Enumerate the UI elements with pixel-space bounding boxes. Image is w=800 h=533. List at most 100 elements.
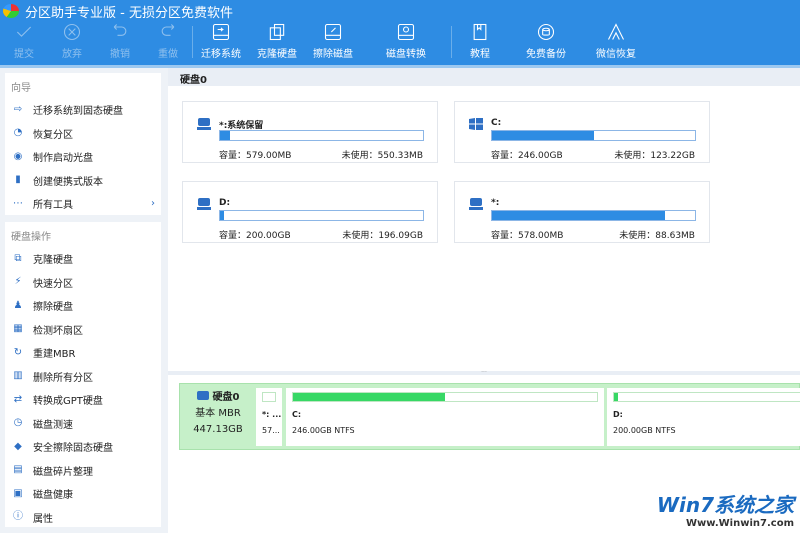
sidebar-item[interactable]: ◔ 恢复分区 <box>5 122 161 146</box>
partition-card[interactable]: *:系统保留 容量：579.00MB 未使用：550.33MB <box>182 101 438 163</box>
recover-icon <box>608 23 624 40</box>
drive-icon <box>197 198 211 210</box>
disk-map-partition[interactable]: C: 246.00GB NTFS <box>286 388 604 446</box>
partition-card[interactable]: C: 容量：246.00GB 未使用：123.22GB <box>454 101 710 163</box>
free-space: 未使用：196.09GB <box>342 231 423 241</box>
sidebar-item[interactable]: ♟ 擦除硬盘 <box>5 294 161 318</box>
sidebar-item[interactable]: ◆ 安全擦除固态硬盘 <box>5 435 161 459</box>
toolbar-label: 免费备份 <box>526 49 566 60</box>
toolbar-label: 磁盘转换 <box>386 49 426 60</box>
toolbar: 提交 放弃 撤销 重做 迁移系统 克隆硬盘 擦除磁盘 磁盘转换 教程 免费备份 微信恢复 <box>0 22 800 65</box>
sidebar-item-label: 制作启动光盘 <box>33 153 93 165</box>
free-space: 未使用：88.63MB <box>619 231 695 241</box>
sidebar-item-icon: ⇄ <box>13 393 23 405</box>
partition-card[interactable]: D: 容量：200.00GB 未使用：196.09GB <box>182 181 438 243</box>
partition-label: D: <box>613 410 623 419</box>
partition-name: C: <box>491 118 502 128</box>
disk-ops-heading: 硬盘操作 <box>11 232 51 243</box>
book-icon <box>473 23 487 41</box>
toolbar-button-9[interactable]: 免费备份 <box>508 22 584 65</box>
toolbar-label: 教程 <box>470 49 490 60</box>
sidebar-item[interactable]: ▥ 删除所有分区 <box>5 365 161 389</box>
sidebar-item-label: 擦除硬盘 <box>33 302 73 314</box>
windows-icon <box>469 118 483 130</box>
partition-size: 57... <box>262 426 280 435</box>
toolbar-button-1[interactable]: 放弃 <box>48 22 96 65</box>
toolbar-button-4[interactable]: 迁移系统 <box>193 22 249 65</box>
sidebar-item[interactable]: ⧉ 克隆硬盘 <box>5 247 161 271</box>
sidebar-item-icon: ⋯ <box>13 197 23 209</box>
toolbar-button-3[interactable]: 重做 <box>144 22 192 65</box>
toolbar-button-7[interactable]: 磁盘转换 <box>361 22 451 65</box>
sidebar-item-label: 重建MBR <box>33 349 76 361</box>
sidebar-item-label: 磁盘测速 <box>33 419 73 431</box>
cancel-circle-icon <box>63 23 81 41</box>
toolbar-label: 擦除磁盘 <box>313 49 353 60</box>
toolbar-button-6[interactable]: 擦除磁盘 <box>305 22 361 65</box>
check-icon <box>16 26 32 37</box>
sidebar-item-label: 创建便携式版本 <box>33 176 103 188</box>
migrate-disk-icon <box>212 23 230 41</box>
disk-icon <box>196 391 209 400</box>
sidebar-item-icon: ◷ <box>13 417 23 429</box>
toolbar-button-10[interactable]: 微信恢复 <box>584 22 648 65</box>
wipe-disk-icon <box>324 23 342 41</box>
wizard-heading: 向导 <box>11 83 31 94</box>
sidebar-item-label: 删除所有分区 <box>33 372 93 384</box>
backup-icon <box>537 23 555 41</box>
sidebar-item[interactable]: ↻ 重建MBR <box>5 341 161 365</box>
sidebar-item-icon: ▦ <box>13 323 23 335</box>
sidebar-item-icon: ♟ <box>13 299 23 311</box>
sidebar-item-label: 安全擦除固态硬盘 <box>33 443 113 455</box>
usage-bar <box>219 210 424 221</box>
redo-icon <box>161 24 175 36</box>
toolbar-label: 重做 <box>158 49 178 60</box>
toolbar-button-0[interactable]: 提交 <box>0 22 48 65</box>
sidebar-item[interactable]: ▮ 创建便携式版本 <box>5 169 161 193</box>
wizard-panel: 向导 ⇨ 迁移系统到固态硬盘 ◔ 恢复分区 ◉ 制作启动光盘 ▮ 创建便携式版本 ⋯ 所有工具 › <box>5 73 161 215</box>
sidebar-item-icon: ▥ <box>13 370 23 382</box>
sidebar-item[interactable]: ▣ 磁盘健康 <box>5 482 161 506</box>
partition-label: *: ... <box>262 410 282 419</box>
usage-bar <box>262 392 276 402</box>
partition-name: D: <box>219 198 231 208</box>
sidebar-item-label: 克隆硬盘 <box>33 255 73 267</box>
app-logo-icon <box>3 4 19 18</box>
sidebar-item[interactable]: ⇨ 迁移系统到固态硬盘 <box>5 98 161 122</box>
disk-map-partition[interactable]: D: 200.00GB NTFS <box>607 388 800 446</box>
sidebar-item[interactable]: ⚡ 快速分区 <box>5 271 161 295</box>
partition-size: 200.00GB NTFS <box>613 426 676 435</box>
capacity: 容量：246.00GB <box>491 151 563 161</box>
sidebar-item-label: 磁盘碎片整理 <box>33 466 93 478</box>
toolbar-label: 撤销 <box>110 49 130 60</box>
sidebar-item[interactable]: ⇄ 转换成GPT硬盘 <box>5 388 161 412</box>
usage-bar <box>491 130 696 141</box>
drive-icon <box>197 118 211 130</box>
disk-map-partition[interactable]: *: ... 57... <box>256 388 282 446</box>
sidebar-item-icon: ⇨ <box>13 103 23 115</box>
capacity: 容量：579.00MB <box>219 151 292 161</box>
convert-disk-icon <box>397 23 415 41</box>
toolbar-button-2[interactable]: 撤销 <box>96 22 144 65</box>
sidebar-item[interactable]: ◉ 制作启动光盘 <box>5 145 161 169</box>
partition-card[interactable]: *: 容量：578.00MB 未使用：88.63MB <box>454 181 710 243</box>
sidebar-item[interactable]: ▤ 磁盘碎片整理 <box>5 459 161 483</box>
usage-bar <box>613 392 800 402</box>
toolbar-button-5[interactable]: 克隆硬盘 <box>249 22 305 65</box>
splitter[interactable]: ··· <box>168 370 800 376</box>
sidebar-item-label: 快速分区 <box>33 278 73 290</box>
watermark-logo: Win7系统之家 Www.Winwin7.com <box>656 493 794 529</box>
sidebar-item[interactable]: ⓘ 属性 <box>5 506 161 530</box>
sidebar-item[interactable]: ⋯ 所有工具 › <box>5 192 161 216</box>
sidebar-item[interactable]: ▦ 检测坏扇区 <box>5 318 161 342</box>
capacity: 容量：200.00GB <box>219 231 291 241</box>
free-space: 未使用：123.22GB <box>614 151 695 161</box>
sidebar-item[interactable]: ◷ 磁盘测速 <box>5 412 161 436</box>
toolbar-label: 克隆硬盘 <box>257 49 297 60</box>
toolbar-button-8[interactable]: 教程 <box>452 22 508 65</box>
disk-info[interactable]: 硬盘0 基本 MBR 447.13GB <box>183 390 253 438</box>
clone-disk-icon <box>269 23 285 41</box>
sidebar-item-icon: ▮ <box>15 174 21 186</box>
chevron-right-icon: › <box>151 198 155 210</box>
toolbar-label: 放弃 <box>62 49 82 60</box>
